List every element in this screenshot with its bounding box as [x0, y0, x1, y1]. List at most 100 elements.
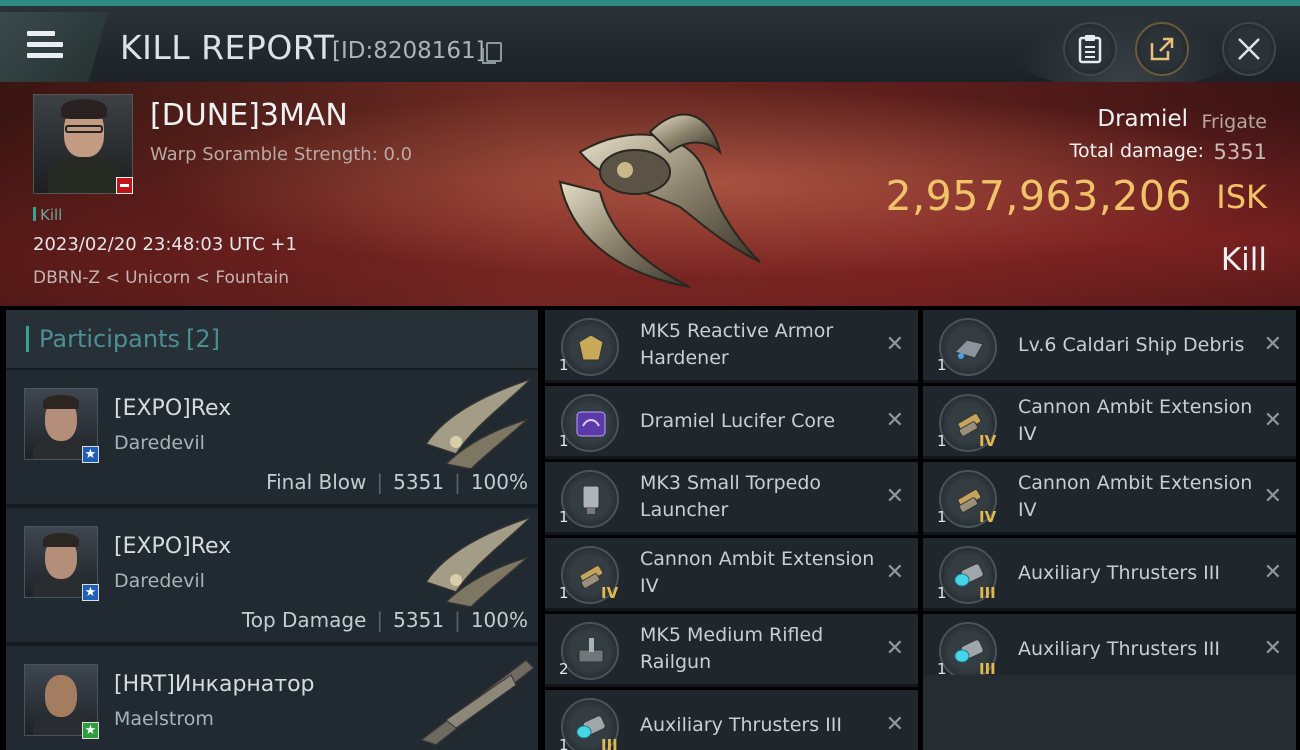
item-cell[interactable]: 1 III Auxiliary Thrusters III ✕ [545, 690, 918, 750]
item-cell[interactable]: 2 MK5 Medium Rifled Railgun ✕ [545, 614, 918, 687]
participant-name: [EXPO]Rex [114, 534, 232, 559]
menu-button[interactable] [0, 12, 108, 82]
remove-icon[interactable]: ✕ [886, 484, 904, 509]
item-cell[interactable]: 1 MK5 Reactive Armor Hardener ✕ [545, 310, 918, 383]
item-quantity: 1 [559, 356, 569, 374]
participant-row[interactable]: ★ [EXPO]Rex Daredevil Top Damage | 5351 … [6, 508, 538, 642]
participant-ship-image [424, 378, 532, 469]
item-name: Auxiliary Thrusters III [1018, 561, 1220, 584]
participant-damage: 5351 [393, 608, 445, 632]
item-quantity: 1 [937, 584, 947, 602]
item-name: Dramiel Lucifer Core [640, 409, 836, 432]
remove-icon[interactable]: ✕ [1264, 560, 1282, 585]
hostile-badge [116, 177, 133, 194]
item-name: MK3 Small Torpedo Launcher [640, 472, 822, 521]
share-button[interactable] [1135, 22, 1189, 76]
kill-location: DBRN-Z < Unicorn < Fountain [33, 268, 290, 288]
page-title: KILL REPORT [120, 28, 335, 67]
item-tier: IV [601, 584, 619, 602]
remove-icon[interactable]: ✕ [1264, 408, 1282, 433]
remove-icon[interactable]: ✕ [1264, 636, 1282, 661]
item-quantity: 1 [559, 736, 569, 750]
total-damage-label: Total damage: [1069, 140, 1204, 162]
participant-ship-image [419, 659, 536, 745]
victim-name: [DUNE]3MAN [150, 98, 348, 133]
armor-hardener-icon [561, 318, 619, 376]
participant-ship: Daredevil [114, 570, 205, 592]
clipboard-button[interactable] [1063, 22, 1117, 76]
remove-icon[interactable]: ✕ [886, 408, 904, 433]
item-cell[interactable]: 1 IV Cannon Ambit Extension IV ✕ [545, 538, 918, 611]
item-quantity: 1 [937, 432, 947, 450]
item-name: Cannon Ambit Extension IV [1018, 396, 1253, 445]
item-name: Cannon Ambit Extension IV [1018, 472, 1253, 521]
participants-panel[interactable]: Participants [2] ★ [EXPO]Rex Daredevil F… [6, 310, 538, 750]
item-cell[interactable]: 1 IV Cannon Ambit Extension IV ✕ [923, 386, 1296, 459]
participant-role: Top Damage [241, 608, 367, 632]
railgun-icon [561, 622, 619, 680]
item-quantity: 1 [559, 584, 569, 602]
star-badge-icon: ★ [82, 722, 99, 739]
participant-stats: Top Damage | 5351 | 100% [241, 608, 528, 632]
participant-row[interactable]: ★ [HRT]Инкарнатор Maelstrom [6, 646, 538, 750]
report-id: [ID:8208161] [332, 38, 485, 64]
item-name: Auxiliary Thrusters III [640, 713, 842, 736]
participant-damage: 5351 [393, 470, 445, 494]
remove-icon[interactable]: ✕ [886, 332, 904, 357]
item-quantity: 1 [937, 356, 947, 374]
item-tier: IV [979, 432, 997, 450]
kill-outcome: Kill [1220, 242, 1267, 278]
participant-percent: 100% [470, 608, 528, 632]
star-badge-icon: ★ [82, 584, 99, 601]
close-button[interactable] [1222, 22, 1276, 76]
item-name: MK5 Medium Rifled Railgun [640, 624, 824, 673]
remove-icon[interactable]: ✕ [886, 636, 904, 661]
item-quantity: 1 [937, 508, 947, 526]
isk-label: ISK [1216, 178, 1267, 216]
isk-value: 2,957,963,206 [885, 172, 1192, 220]
share-icon [1150, 37, 1174, 61]
item-quantity: 1 [559, 432, 569, 450]
item-cell[interactable]: 1 MK3 Small Torpedo Launcher ✕ [545, 462, 918, 535]
clipboard-icon [1078, 35, 1102, 64]
remove-icon[interactable]: ✕ [1264, 332, 1282, 357]
participant-name: [HRT]Инкарнатор [114, 672, 315, 697]
star-badge-icon: ★ [82, 446, 99, 463]
close-icon [1238, 38, 1260, 60]
remove-icon[interactable]: ✕ [1264, 484, 1282, 509]
participants-title: Participants [39, 325, 180, 353]
hamburger-icon [27, 31, 63, 61]
participant-stats: Final Blow | 5351 | 100% [266, 470, 528, 494]
item-name: Cannon Ambit Extension IV [640, 548, 875, 597]
item-tier: III [979, 584, 996, 602]
item-name: Lv.6 Caldari Ship Debris [1018, 333, 1245, 356]
remove-icon[interactable]: ✕ [886, 560, 904, 585]
participant-name: [EXPO]Rex [114, 396, 232, 421]
item-quantity: 1 [559, 508, 569, 526]
item-cell[interactable]: 1 IV Cannon Ambit Extension IV ✕ [923, 462, 1296, 535]
item-cell[interactable]: 1 Dramiel Lucifer Core ✕ [545, 386, 918, 459]
kill-tag: Kill [33, 206, 62, 224]
participant-role: Final Blow [266, 470, 367, 494]
item-cell[interactable]: 1 Lv.6 Caldari Ship Debris ✕ [923, 310, 1296, 383]
participants-count: [2] [185, 325, 220, 353]
header-decoration [1010, 10, 1240, 90]
item-tier: IV [979, 508, 997, 526]
item-name: Auxiliary Thrusters III [1018, 637, 1220, 660]
title-bar: KILL REPORT [ID:8208161] [0, 0, 1300, 90]
total-damage-value: 5351 [1213, 140, 1267, 164]
remove-icon[interactable]: ✕ [886, 712, 904, 737]
participant-percent: 100% [470, 470, 528, 494]
kill-summary-banner: [DUNE]3MAN Warp Soramble Strength: 0.0 K… [0, 82, 1300, 306]
participant-ship: Daredevil [114, 432, 205, 454]
copy-icon[interactable] [482, 42, 502, 64]
warp-scramble-strength: Warp Soramble Strength: 0.0 [150, 144, 413, 165]
participants-header: Participants [2] [6, 310, 538, 368]
item-cell[interactable]: 1 III Auxiliary Thrusters III ✕ [923, 538, 1296, 611]
torpedo-launcher-icon [561, 470, 619, 528]
participant-ship-image [424, 516, 532, 607]
participant-row[interactable]: ★ [EXPO]Rex Daredevil Final Blow | 5351 … [6, 370, 538, 504]
victim-ship-class: Frigate [1201, 111, 1267, 133]
core-icon [561, 394, 619, 452]
item-tier: III [601, 736, 618, 750]
